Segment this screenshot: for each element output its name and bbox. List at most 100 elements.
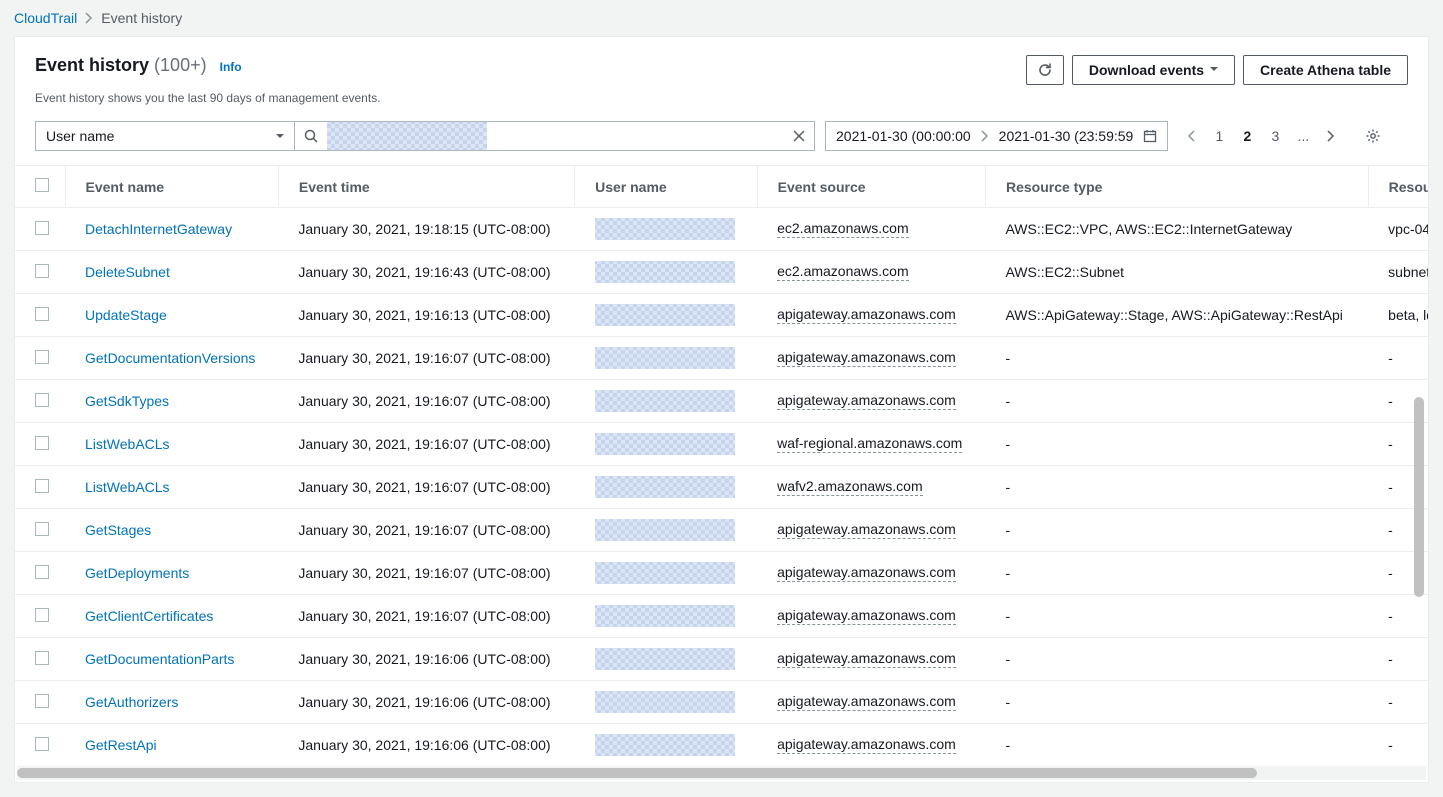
event-time-cell: January 30, 2021, 19:16:07 (UTC-08:00) bbox=[278, 337, 574, 380]
row-checkbox[interactable] bbox=[35, 737, 49, 751]
horizontal-scrollbar[interactable] bbox=[17, 766, 1426, 780]
event-name-link[interactable]: GetDocumentationVersions bbox=[85, 350, 255, 366]
header-actions: Download events Create Athena table bbox=[1026, 55, 1408, 85]
event-time-cell: January 30, 2021, 19:16:06 (UTC-08:00) bbox=[278, 681, 574, 724]
row-checkbox[interactable] bbox=[35, 694, 49, 708]
download-events-button[interactable]: Download events bbox=[1072, 55, 1235, 85]
event-time-cell: January 30, 2021, 19:16:06 (UTC-08:00) bbox=[278, 638, 574, 681]
date-range-picker[interactable]: 2021-01-30 (00:00:00 2021-01-30 (23:59:5… bbox=[825, 121, 1168, 151]
event-time-cell: January 30, 2021, 19:16:07 (UTC-08:00) bbox=[278, 552, 574, 595]
caret-down-icon bbox=[1210, 67, 1218, 75]
event-name-link[interactable]: UpdateStage bbox=[85, 307, 167, 323]
row-checkbox[interactable] bbox=[35, 608, 49, 622]
event-name-link[interactable]: ListWebACLs bbox=[85, 436, 170, 452]
refresh-button[interactable] bbox=[1026, 55, 1064, 85]
resource-type-cell: - bbox=[985, 337, 1368, 380]
resource-type-cell: - bbox=[985, 509, 1368, 552]
breadcrumb-root[interactable]: CloudTrail bbox=[14, 10, 77, 26]
user-name-cell bbox=[575, 337, 758, 380]
calendar-icon bbox=[1143, 129, 1157, 143]
event-name-link[interactable]: GetDeployments bbox=[85, 565, 189, 581]
row-checkbox[interactable] bbox=[35, 522, 49, 536]
row-checkbox[interactable] bbox=[35, 221, 49, 235]
filter-value-input[interactable] bbox=[487, 122, 784, 150]
col-user-name[interactable]: User name bbox=[575, 166, 758, 208]
resource-type-cell: AWS::EC2::Subnet bbox=[985, 251, 1368, 294]
table-row: GetAuthorizers January 30, 2021, 19:16:06… bbox=[15, 681, 1428, 724]
events-table: Event name Event time User name Event so… bbox=[15, 166, 1428, 766]
date-end: 2021-01-30 (23:59:59 bbox=[999, 128, 1134, 144]
page-1[interactable]: 1 bbox=[1206, 121, 1232, 151]
event-name-link[interactable]: DetachInternetGateway bbox=[85, 221, 232, 237]
col-event-name[interactable]: Event name bbox=[65, 166, 278, 208]
col-resource-name[interactable]: Resource name bbox=[1368, 166, 1428, 208]
event-name-link[interactable]: GetStages bbox=[85, 522, 151, 538]
col-event-time[interactable]: Event time bbox=[278, 166, 574, 208]
user-name-cell bbox=[575, 380, 758, 423]
filter-toolbar: User name 2021-01-30 (00:00:00 2021-01-3… bbox=[15, 117, 1428, 165]
row-checkbox[interactable] bbox=[35, 350, 49, 364]
event-source-cell: apigateway.amazonaws.com bbox=[777, 349, 956, 367]
row-checkbox[interactable] bbox=[35, 651, 49, 665]
chevron-left-icon bbox=[1187, 130, 1195, 142]
row-checkbox[interactable] bbox=[35, 264, 49, 278]
row-checkbox[interactable] bbox=[35, 565, 49, 579]
resource-type-cell: - bbox=[985, 681, 1368, 724]
user-name-cell bbox=[575, 466, 758, 509]
event-name-link[interactable]: GetSdkTypes bbox=[85, 393, 169, 409]
event-count: (100+) bbox=[154, 55, 207, 75]
info-link[interactable]: Info bbox=[220, 60, 242, 74]
row-checkbox[interactable] bbox=[35, 479, 49, 493]
table-row: GetStages January 30, 2021, 19:16:07 (UTC… bbox=[15, 509, 1428, 552]
row-checkbox[interactable] bbox=[35, 307, 49, 321]
user-name-cell bbox=[575, 552, 758, 595]
event-time-cell: January 30, 2021, 19:16:07 (UTC-08:00) bbox=[278, 509, 574, 552]
resource-type-cell: - bbox=[985, 595, 1368, 638]
event-source-cell: apigateway.amazonaws.com bbox=[777, 607, 956, 625]
table-row: GetDeployments January 30, 2021, 19:16:07… bbox=[15, 552, 1428, 595]
event-name-link[interactable]: GetAuthorizers bbox=[85, 694, 178, 710]
col-event-source[interactable]: Event source bbox=[757, 166, 985, 208]
table-row: GetDocumentationParts January 30, 2021, 1… bbox=[15, 638, 1428, 681]
create-athena-table-button[interactable]: Create Athena table bbox=[1243, 55, 1408, 85]
resource-type-cell: - bbox=[985, 380, 1368, 423]
event-name-link[interactable]: GetClientCertificates bbox=[85, 608, 213, 624]
event-history-panel: Event history (100+) Info Download event… bbox=[14, 36, 1429, 783]
col-resource-type[interactable]: Resource type bbox=[985, 166, 1368, 208]
close-icon bbox=[793, 130, 805, 142]
event-name-link[interactable]: ListWebACLs bbox=[85, 479, 170, 495]
table-row: GetSdkTypesJanuary 30, 2021, 19:16:07 (U… bbox=[15, 380, 1428, 423]
table-row: GetRestApiJanuary 30, 2021, 19:16:06 (UT… bbox=[15, 724, 1428, 767]
search-icon bbox=[295, 122, 327, 150]
event-name-link[interactable]: GetRestApi bbox=[85, 737, 157, 753]
event-name-link[interactable]: GetDocumentationParts bbox=[85, 651, 234, 667]
page-2[interactable]: 2 bbox=[1234, 121, 1260, 151]
page-prev-button[interactable] bbox=[1178, 121, 1204, 151]
row-checkbox[interactable] bbox=[35, 436, 49, 450]
event-name-link[interactable]: DeleteSubnet bbox=[85, 264, 170, 280]
row-checkbox[interactable] bbox=[35, 393, 49, 407]
event-source-cell: apigateway.amazonaws.com bbox=[777, 392, 956, 410]
user-name-cell bbox=[575, 294, 758, 337]
resource-name-cell: vpc-045 bbox=[1368, 208, 1428, 251]
resource-type-cell: - bbox=[985, 466, 1368, 509]
vertical-scrollbar[interactable] bbox=[1412, 247, 1426, 762]
resource-type-cell: AWS::ApiGateway::Stage, AWS::ApiGateway:… bbox=[985, 294, 1368, 337]
date-start: 2021-01-30 (00:00:00 bbox=[836, 128, 971, 144]
table-settings-button[interactable] bbox=[1358, 121, 1388, 151]
filter-attribute-select[interactable]: User name bbox=[35, 121, 295, 151]
resource-type-cell: AWS::EC2::VPC, AWS::EC2::InternetGateway bbox=[985, 208, 1368, 251]
page-more[interactable]: ... bbox=[1290, 121, 1316, 151]
event-source-cell: wafv2.amazonaws.com bbox=[777, 478, 923, 496]
event-source-cell: waf-regional.amazonaws.com bbox=[777, 435, 962, 453]
select-all-checkbox[interactable] bbox=[35, 178, 49, 192]
event-time-cell: January 30, 2021, 19:16:07 (UTC-08:00) bbox=[278, 466, 574, 509]
page-next-button[interactable] bbox=[1318, 121, 1344, 151]
clear-filter-button[interactable] bbox=[784, 130, 814, 142]
event-time-cell: January 30, 2021, 19:16:13 (UTC-08:00) bbox=[278, 294, 574, 337]
resource-type-cell: - bbox=[985, 638, 1368, 681]
event-source-cell: apigateway.amazonaws.com bbox=[777, 693, 956, 711]
event-source-cell: ec2.amazonaws.com bbox=[777, 220, 909, 238]
page-3[interactable]: 3 bbox=[1262, 121, 1288, 151]
chevron-right-icon bbox=[85, 12, 93, 24]
